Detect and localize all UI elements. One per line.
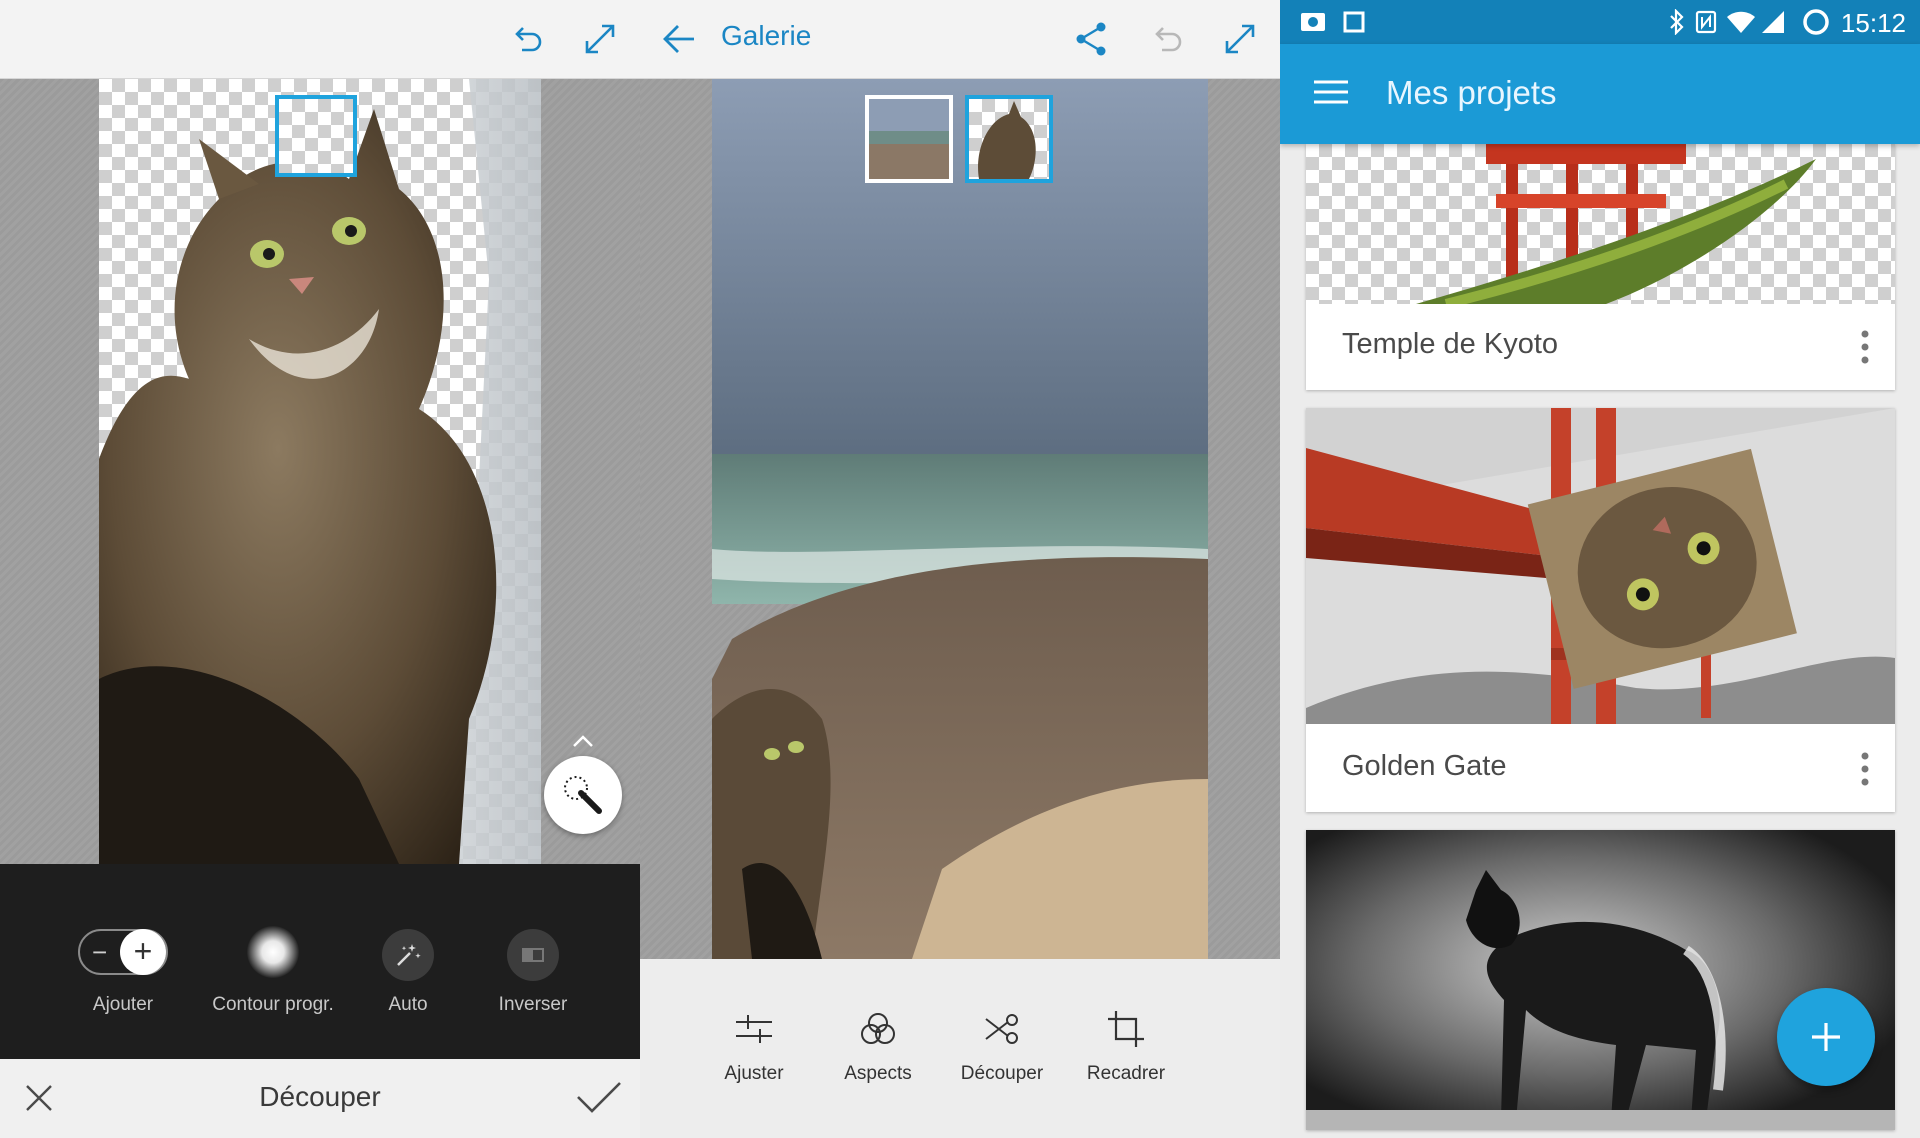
app-bar: Mes projets: [1280, 44, 1920, 144]
sliders-icon: [736, 1015, 772, 1043]
cutout-action-bar: Découper: [0, 1059, 640, 1138]
plus-icon: +: [120, 929, 166, 975]
battery-charging-icon: [1802, 8, 1830, 36]
project-name: Golden Gate: [1342, 750, 1507, 782]
crop-icon: [1108, 1011, 1144, 1047]
projects-screen: 15:12 Mes projets Temple de Kyoto Golden…: [1280, 0, 1920, 1138]
edit-tools-bar: Ajuster Aspects Découper Recadrer: [640, 959, 1280, 1138]
feather-icon: [247, 926, 299, 978]
tool-label: Contour progr.: [212, 994, 334, 1015]
gallery-title: Galerie: [721, 20, 812, 51]
page-title: Mes projets: [1386, 74, 1557, 111]
gallery-toolbar: Galerie: [640, 0, 1280, 79]
more-vert-icon[interactable]: [1861, 330, 1869, 369]
android-status-bar: 15:12: [1280, 0, 1920, 44]
layer-thumbnail-cat[interactable]: [965, 95, 1053, 183]
add-project-button[interactable]: [1777, 988, 1875, 1086]
tool-label: Ajuster: [724, 1063, 784, 1084]
bluetooth-icon: [1668, 9, 1686, 35]
project-card-horse-cat[interactable]: [1306, 830, 1895, 1130]
notification-square-icon: [1342, 10, 1366, 34]
transparent-canvas[interactable]: [99, 79, 541, 864]
project-name: Temple de Kyoto: [1342, 328, 1559, 360]
chevron-up-icon[interactable]: [572, 734, 594, 753]
sparkle-wand-icon: [382, 929, 434, 981]
project-thumbnail[interactable]: [1306, 408, 1895, 724]
fullscreen-icon[interactable]: [1222, 21, 1258, 57]
selection-tools-bar: − + Ajouter Contour progr. Auto Inverser: [0, 864, 640, 1059]
notification-photo-icon: [1300, 10, 1326, 34]
layer-thumbnail-beach[interactable]: [865, 95, 953, 183]
more-vert-icon[interactable]: [1861, 752, 1869, 791]
tool-label: Inverser: [498, 994, 568, 1015]
hamburger-menu-icon[interactable]: [1314, 79, 1348, 105]
scissors-icon: [985, 1014, 1018, 1044]
tool-label: Auto: [388, 994, 428, 1015]
fullscreen-icon[interactable]: [582, 21, 618, 57]
tool-label: Recadrer: [1086, 1063, 1166, 1084]
gallery-composite-screen: Galerie Ajuster Aspects Découper Recadre…: [640, 0, 1280, 1138]
nfc-icon: [1694, 9, 1718, 35]
back-arrow-icon[interactable]: [662, 23, 696, 55]
canvas-area[interactable]: [0, 79, 640, 864]
signal-icon: [1760, 9, 1786, 35]
looks-circles-icon: [861, 1013, 895, 1044]
status-time: 15:12: [1840, 8, 1906, 38]
cutout-editor-screen: − + Ajouter Contour progr. Auto Inverser…: [0, 0, 640, 1138]
project-card-kyoto[interactable]: Temple de Kyoto: [1306, 144, 1895, 390]
project-thumbnail[interactable]: [1306, 830, 1895, 1130]
screen-title: Découper: [259, 1081, 381, 1112]
layer-thumbnail-selected[interactable]: [275, 95, 357, 177]
checkmark-icon[interactable]: [576, 1081, 622, 1115]
project-card-golden-gate[interactable]: Golden Gate: [1306, 408, 1895, 812]
beach-composite-photo[interactable]: [712, 79, 1208, 959]
project-thumbnail[interactable]: [1306, 144, 1895, 304]
composite-canvas-area[interactable]: [640, 79, 1280, 959]
magic-wand-button[interactable]: [544, 756, 622, 834]
editor-toolbar: [0, 0, 640, 79]
tool-label: Ajouter: [92, 994, 154, 1015]
invert-icon: [507, 929, 559, 981]
add-subtract-toggle[interactable]: − +: [78, 929, 168, 975]
share-icon[interactable]: [1074, 21, 1108, 57]
plus-icon: [1812, 1023, 1840, 1051]
cat-photo-cutout: [99, 79, 541, 864]
tool-label: Aspects: [844, 1063, 912, 1084]
magic-wand-icon: [564, 776, 602, 814]
tool-label: Découper: [960, 1063, 1044, 1084]
minus-icon: −: [92, 937, 108, 967]
wifi-icon: [1726, 9, 1756, 35]
undo-icon[interactable]: [1150, 22, 1184, 56]
undo-icon[interactable]: [510, 22, 544, 56]
